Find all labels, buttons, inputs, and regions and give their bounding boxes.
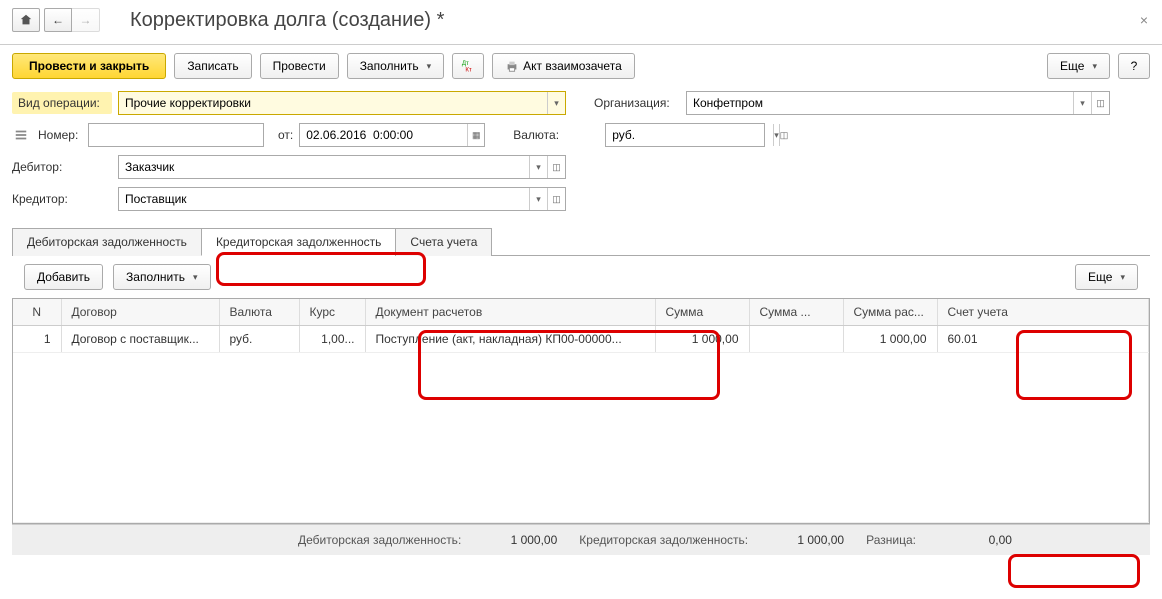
more-button[interactable]: Еще [1047,53,1110,79]
add-button[interactable]: Добавить [24,264,103,290]
foot-cred-label: Кредиторская задолженность: [579,533,748,547]
tab-debtor[interactable]: Дебиторская задолженность [12,228,202,256]
cell-n: 1 [13,326,61,353]
dtkt-icon: ДтКт [461,59,475,73]
col-account[interactable]: Счет учета [937,299,1149,326]
submit-button[interactable]: Провести [260,53,339,79]
tab-creditor[interactable]: Кредиторская задолженность [201,228,396,256]
foot-diff-value: 0,00 [922,533,1012,547]
arrow-left-icon: ← [52,13,64,27]
date-field[interactable]: ▦ [299,123,485,147]
currency-select[interactable]: ▾ ◫ [605,123,765,147]
home-button[interactable] [12,8,40,32]
question-icon: ? [1131,59,1138,73]
foot-cred-value: 1 000,00 [754,533,844,547]
number-input[interactable] [89,124,263,146]
currency-input[interactable] [606,124,773,146]
svg-text:Кт: Кт [466,66,473,73]
dropdown-icon[interactable]: ▾ [547,92,565,114]
foot-diff-label: Разница: [866,533,916,547]
col-contract[interactable]: Договор [61,299,219,326]
act-button[interactable]: Акт взаимозачета [492,53,635,79]
back-button[interactable]: ← [44,8,72,32]
col-sum[interactable]: Сумма [655,299,749,326]
debtor-input[interactable] [119,156,529,178]
col-currency[interactable]: Валюта [219,299,299,326]
list-icon [14,128,28,142]
from-label: от: [278,128,293,142]
help-button[interactable]: ? [1118,53,1150,79]
foot-deb-label: Дебиторская задолженность: [298,533,461,547]
cell-currency: руб. [219,326,299,353]
highlight-diff [1008,554,1140,588]
dtkt-button[interactable]: ДтКт [452,53,484,79]
cell-rate: 1,00... [299,326,365,353]
cell-sum: 1 000,00 [655,326,749,353]
number-label: Номер: [38,128,82,142]
cell-sum3: 1 000,00 [843,326,937,353]
forward-button[interactable]: → [72,8,100,32]
footer: Дебиторская задолженность: 1 000,00 Кред… [12,524,1150,555]
operation-select[interactable]: ▾ [118,91,566,115]
cell-sum2 [749,326,843,353]
col-rate[interactable]: Курс [299,299,365,326]
open-icon[interactable]: ◫ [1091,92,1109,114]
open-icon[interactable]: ◫ [779,124,789,146]
debtor-select[interactable]: ▾ ◫ [118,155,566,179]
save-button[interactable]: Записать [174,53,251,79]
table: N Договор Валюта Курс Документ расчетов … [12,298,1150,524]
operation-label: Вид операции: [12,92,112,114]
open-icon[interactable]: ◫ [547,188,565,210]
org-input[interactable] [687,92,1073,114]
col-sum3[interactable]: Сумма рас... [843,299,937,326]
printer-icon [505,59,519,73]
cell-account: 60.01 [937,326,1149,353]
col-document[interactable]: Документ расчетов [365,299,655,326]
submore-button[interactable]: Еще [1075,264,1138,290]
dropdown-icon[interactable]: ▾ [529,188,547,210]
operation-input[interactable] [119,92,547,114]
table-row[interactable]: 1 Договор с поставщик... руб. 1,00... По… [13,326,1149,353]
debtor-label: Дебитор: [12,160,112,174]
table-header-row: N Договор Валюта Курс Документ расчетов … [13,299,1149,326]
date-input[interactable] [300,124,467,146]
creditor-label: Кредитор: [12,192,112,206]
dropdown-icon[interactable]: ▾ [1073,92,1091,114]
creditor-select[interactable]: ▾ ◫ [118,187,566,211]
foot-deb-value: 1 000,00 [467,533,557,547]
close-button[interactable]: × [1140,12,1148,28]
cell-document: Поступление (акт, накладная) КП00-00000.… [365,326,655,353]
arrow-right-icon: → [80,13,92,27]
cell-contract: Договор с поставщик... [61,326,219,353]
dropdown-icon[interactable]: ▾ [529,156,547,178]
org-select[interactable]: ▾ ◫ [686,91,1110,115]
page-title: Корректировка долга (создание) * [130,9,444,32]
number-field[interactable] [88,123,264,147]
open-icon[interactable]: ◫ [547,156,565,178]
currency-label: Валюта: [513,128,599,142]
col-n[interactable]: N [13,299,61,326]
org-label: Организация: [594,96,680,110]
home-icon [19,13,33,27]
creditor-input[interactable] [119,188,529,210]
submit-close-button[interactable]: Провести и закрыть [12,53,166,79]
subfill-button[interactable]: Заполнить [113,264,210,290]
tab-accounts[interactable]: Счета учета [395,228,492,256]
col-sum2[interactable]: Сумма ... [749,299,843,326]
fill-button[interactable]: Заполнить [347,53,444,79]
calendar-icon[interactable]: ▦ [467,124,484,146]
